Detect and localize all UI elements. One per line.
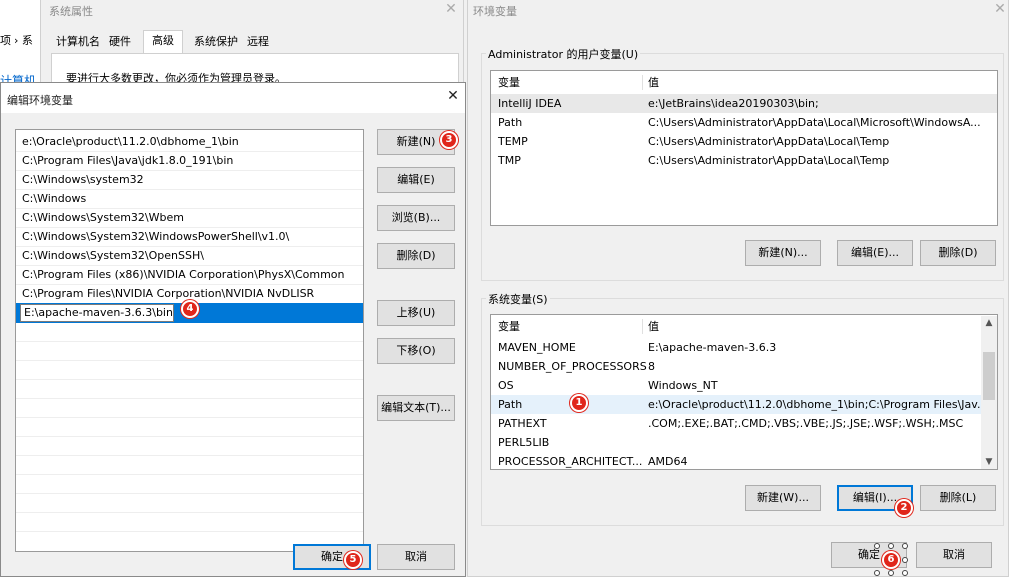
move-up-button[interactable]: 上移(U) [377, 300, 455, 326]
browse-path-button[interactable]: 浏览(B)... [377, 205, 455, 231]
user-vars-header: 变量 值 [491, 72, 997, 93]
environment-variables-dialog: 环境变量 ✕ Administrator 的用户变量(U) 变量 值 Intel… [467, 0, 1009, 577]
edit-text-button[interactable]: 编辑文本(T)... [377, 395, 455, 421]
path-item[interactable]: C:\Windows\System32\WindowsPowerShell\v1… [16, 227, 363, 246]
annotation-badge-1: 1 [570, 394, 588, 412]
annotation-badge-2: 2 [895, 499, 913, 517]
user-vars-group-title: Administrator 的用户变量(U) [486, 46, 641, 62]
system-properties-title: 系统属性 [49, 5, 93, 18]
env-vars-title: 环境变量 [473, 5, 517, 18]
system-delete-button[interactable]: 删除(L) [920, 485, 996, 511]
col-variable-header: 变量 [498, 320, 520, 333]
annotation-badge-5: 5 [344, 551, 362, 569]
edit-env-cancel-button[interactable]: 取消 [377, 544, 455, 570]
annotation-badge-4: 4 [181, 300, 199, 318]
path-item[interactable]: C:\Windows\System32\OpenSSH\ [16, 246, 363, 265]
tab-advanced[interactable]: 高级 [143, 30, 183, 54]
system-vars-scrollbar[interactable]: ▲ ▼ [981, 316, 997, 469]
path-edit-input[interactable]: E:\apache-maven-3.6.3\bin [20, 304, 174, 322]
system-vars-table[interactable]: 变量 值 MAVEN_HOME E:\apache-maven-3.6.3 NU… [490, 314, 998, 470]
edit-env-var-dialog: 编辑环境变量 ✕ e:\Oracle\product\11.2.0\dbhome… [0, 82, 466, 577]
system-vars-header: 变量 值 [491, 316, 997, 337]
bg-fragment-1: 项 [0, 34, 11, 47]
path-item[interactable]: C:\Windows\System32\Wbem [16, 208, 363, 227]
delete-path-button[interactable]: 删除(D) [377, 243, 455, 269]
user-var-row[interactable]: TEMP C:\Users\Administrator\AppData\Loca… [491, 132, 997, 151]
path-item[interactable]: C:\Program Files (x86)\NVIDIA Corporatio… [16, 265, 363, 284]
path-list[interactable]: e:\Oracle\product\11.2.0\dbhome_1\bin C:… [15, 129, 364, 552]
user-delete-button[interactable]: 删除(D) [920, 240, 996, 266]
user-var-row[interactable]: IntelliJ IDEA e:\JetBrains\idea20190303\… [491, 94, 997, 113]
tab-remote[interactable]: 远程 [243, 32, 273, 52]
system-var-row[interactable]: OS Windows_NT [491, 376, 997, 395]
bg-fragment-2: › 系 [14, 34, 33, 47]
col-value-header: 值 [648, 320, 659, 333]
system-new-button[interactable]: 新建(W)... [745, 485, 821, 511]
tab-system-protection[interactable]: 系统保护 [189, 32, 243, 52]
selection-handles [874, 543, 908, 577]
move-down-button[interactable]: 下移(O) [377, 338, 455, 364]
path-item[interactable]: e:\Oracle\product\11.2.0\dbhome_1\bin [16, 132, 363, 151]
system-var-row-selected[interactable]: Path e:\Oracle\product\11.2.0\dbhome_1\b… [491, 395, 997, 414]
user-vars-table[interactable]: 变量 值 IntelliJ IDEA e:\JetBrains\idea2019… [490, 70, 998, 226]
env-vars-cancel-button[interactable]: 取消 [916, 542, 992, 568]
annotation-badge-3: 3 [440, 131, 458, 149]
user-var-row[interactable]: TMP C:\Users\Administrator\AppData\Local… [491, 151, 997, 170]
tab-computer-name[interactable]: 计算机名 [51, 32, 105, 52]
user-edit-button[interactable]: 编辑(E)... [837, 240, 913, 266]
system-var-row[interactable]: PERL5LIB [491, 433, 997, 452]
path-item[interactable]: C:\Windows\system32 [16, 170, 363, 189]
system-properties-close-icon[interactable]: ✕ [441, 1, 461, 17]
scroll-up-icon[interactable]: ▲ [981, 316, 997, 330]
edit-env-close-icon[interactable]: ✕ [443, 88, 463, 104]
system-var-row[interactable]: PROCESSOR_ARCHITECT... AMD64 [491, 452, 997, 469]
edit-env-title: 编辑环境变量 [7, 94, 73, 107]
col-value-header: 值 [648, 76, 659, 89]
system-var-row[interactable]: NUMBER_OF_PROCESSORS 8 [491, 357, 997, 376]
path-item[interactable]: C:\Windows [16, 189, 363, 208]
scroll-down-icon[interactable]: ▼ [981, 455, 997, 469]
system-var-row[interactable]: PATHEXT .COM;.EXE;.BAT;.CMD;.VBS;.VBE;.J… [491, 414, 997, 433]
env-vars-close-icon[interactable]: ✕ [990, 1, 1009, 17]
col-variable-header: 变量 [498, 76, 520, 89]
tab-hardware[interactable]: 硬件 [105, 32, 135, 52]
system-var-row[interactable]: MAVEN_HOME E:\apache-maven-3.6.3 [491, 338, 997, 357]
system-vars-group-title: 系统变量(S) [486, 291, 550, 307]
user-new-button[interactable]: 新建(N)... [745, 240, 821, 266]
user-var-row[interactable]: Path C:\Users\Administrator\AppData\Loca… [491, 113, 997, 132]
edit-path-button[interactable]: 编辑(E) [377, 167, 455, 193]
scroll-thumb[interactable] [983, 352, 995, 400]
path-item[interactable]: C:\Program Files\Java\jdk1.8.0_191\bin [16, 151, 363, 170]
